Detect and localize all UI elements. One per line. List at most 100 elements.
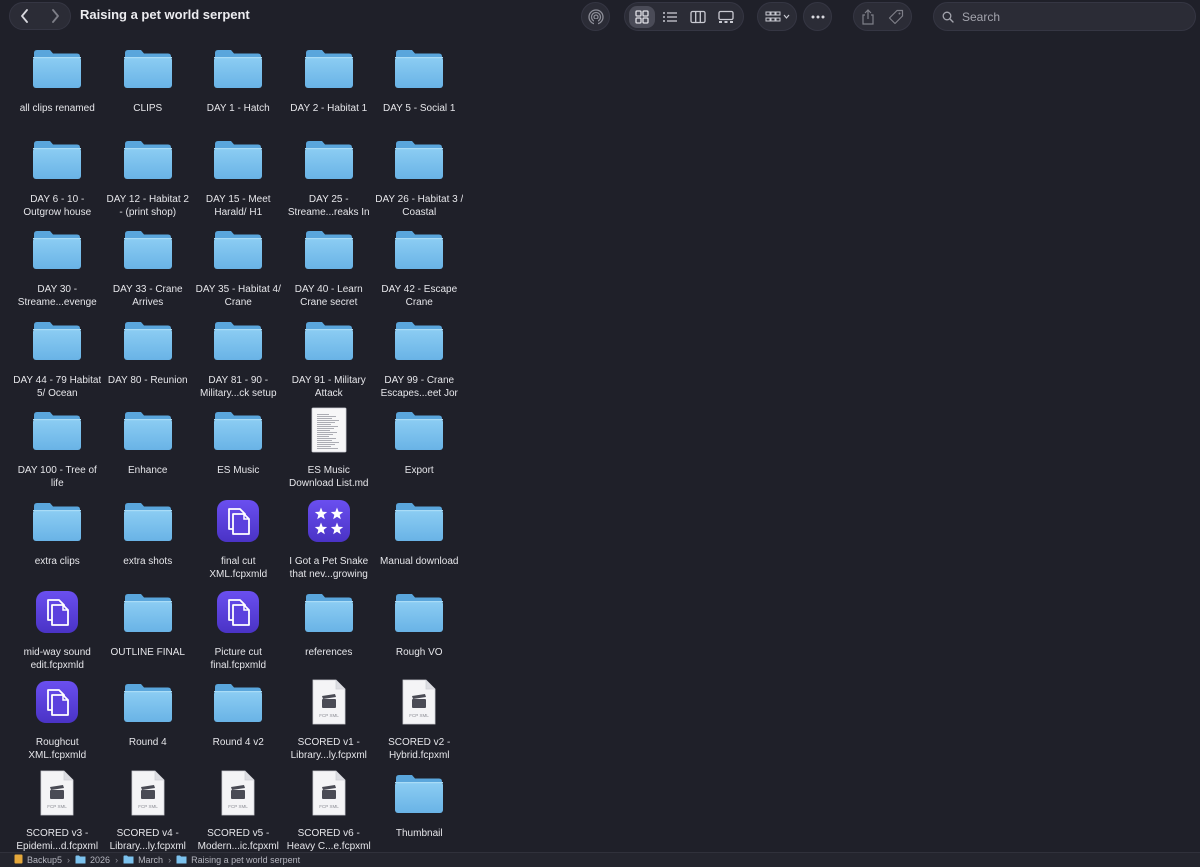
item-label: ES Music — [217, 465, 260, 477]
back-button[interactable] — [11, 3, 39, 29]
folder-item[interactable]: Rough VO — [374, 586, 465, 677]
item-icon — [389, 767, 449, 819]
folder-item[interactable]: DAY 2 - Habitat 1 — [284, 42, 375, 133]
tag-button[interactable] — [888, 9, 904, 25]
path-crumb[interactable]: Raising a pet world serpent — [176, 855, 300, 866]
folder-item[interactable]: DAY 40 - Learn Crane secret — [284, 223, 375, 314]
folder-item[interactable]: DAY 26 - Habitat 3 / Coastal — [374, 133, 465, 224]
file-item[interactable]: ES Music Download List.md — [284, 404, 375, 495]
folder-item[interactable]: OUTLINE FINAL — [103, 586, 194, 677]
folder-item[interactable]: DAY 44 - 79 Habitat 5/ Ocean — [12, 314, 103, 405]
item-icon — [299, 133, 359, 185]
folder-item[interactable]: DAY 25 - Streame...reaks In — [284, 133, 375, 224]
item-label: Roughcut XML.fcpxmld — [28, 737, 87, 762]
item-icon: FCP XML — [118, 767, 178, 819]
file-item[interactable]: FCP XML SCORED v2 - Hybrid.fcpxml — [374, 676, 465, 767]
folder-icon — [304, 140, 353, 179]
folder-icon — [214, 684, 263, 723]
folder-item[interactable]: extra shots — [103, 495, 194, 586]
drive-icon — [14, 854, 23, 866]
item-icon — [299, 42, 359, 94]
item-label: DAY 30 - Streame...evenge — [17, 284, 97, 309]
folder-item[interactable]: DAY 30 - Streame...evenge — [12, 223, 103, 314]
path-crumb[interactable]: Backup5 — [14, 854, 62, 866]
item-icon — [27, 404, 87, 456]
share-button[interactable] — [861, 8, 875, 25]
icon-view-button[interactable] — [629, 5, 655, 28]
folder-item[interactable]: DAY 91 - Military Attack — [284, 314, 375, 405]
item-label: DAY 42 - Escape Crane — [381, 284, 458, 309]
folder-item[interactable]: Round 4 — [103, 676, 194, 767]
folder-item[interactable]: Thumbnail — [374, 767, 465, 858]
folder-item[interactable]: references — [284, 586, 375, 677]
item-icon — [118, 223, 178, 275]
path-crumb-label: March — [138, 855, 164, 865]
folder-item[interactable]: CLIPS — [103, 42, 194, 133]
search-field[interactable] — [933, 2, 1196, 31]
more-button[interactable] — [803, 2, 832, 31]
path-crumb[interactable]: March — [123, 855, 163, 866]
item-icon — [389, 586, 449, 638]
folder-icon — [33, 321, 82, 360]
search-input[interactable] — [960, 8, 1184, 25]
forward-button[interactable] — [41, 3, 69, 29]
item-label: Enhance — [128, 465, 168, 477]
gallery-view-button[interactable] — [713, 6, 739, 28]
folder-item[interactable]: all clips renamed — [12, 42, 103, 133]
item-icon — [208, 586, 268, 638]
icon-view-icon — [635, 9, 649, 24]
item-label: DAY 2 - Habitat 1 — [290, 103, 368, 114]
airdrop-button[interactable] — [581, 2, 610, 31]
folder-item[interactable]: DAY 15 - Meet Harald/ H1 — [193, 133, 284, 224]
item-label: DAY 33 - Crane Arrives — [112, 284, 183, 309]
file-item[interactable]: mid-way sound edit.fcpxmld — [12, 586, 103, 677]
fcpxml-file-icon: FCP XML — [312, 679, 346, 725]
file-item[interactable]: Picture cut final.fcpxmld — [193, 586, 284, 677]
folder-item[interactable]: Enhance — [103, 404, 194, 495]
folder-item[interactable]: DAY 99 - Crane Escapes...eet Jor — [374, 314, 465, 405]
file-item[interactable]: FCP XML SCORED v4 - Library...ly.fcpxml — [103, 767, 194, 858]
file-item[interactable]: Roughcut XML.fcpxmld — [12, 676, 103, 767]
svg-text:FCP XML: FCP XML — [319, 713, 339, 718]
folder-item[interactable]: DAY 1 - Hatch — [193, 42, 284, 133]
share-icon — [862, 8, 874, 25]
folder-item[interactable]: extra clips — [12, 495, 103, 586]
markdown-document-icon — [311, 407, 347, 453]
folder-item[interactable]: DAY 81 - 90 - Military...ck setup — [193, 314, 284, 405]
folder-item[interactable]: ES Music — [193, 404, 284, 495]
path-crumb[interactable]: 2026 — [75, 855, 110, 866]
file-item[interactable]: FCP XML SCORED v6 - Heavy C...e.fcpxml — [284, 767, 375, 858]
item-label: Thumbnail — [395, 827, 443, 839]
item-label: ES Music Download List.md — [289, 465, 369, 490]
folder-item[interactable]: Round 4 v2 — [193, 676, 284, 767]
folder-item[interactable]: DAY 33 - Crane Arrives — [103, 223, 194, 314]
folder-item[interactable]: Manual download — [374, 495, 465, 586]
item-label: SCORED v3 - Epidemi...d.fcpxml — [16, 827, 99, 852]
folder-item[interactable]: DAY 12 - Habitat 2 - (print shop) — [103, 133, 194, 224]
item-icon — [208, 404, 268, 456]
file-item[interactable]: FCP XML SCORED v1 - Library...ly.fcpxml — [284, 676, 375, 767]
file-item[interactable]: FCP XML SCORED v5 - Modern...ic.fcpxml — [193, 767, 284, 858]
column-view-button[interactable] — [685, 6, 711, 28]
file-item[interactable]: I Got a Pet Snake that nev...growing — [284, 495, 375, 586]
folder-icon — [33, 50, 82, 88]
file-item[interactable]: final cut XML.fcpxmld — [193, 495, 284, 586]
folder-item[interactable]: DAY 6 - 10 - Outgrow house — [12, 133, 103, 224]
folder-item[interactable]: DAY 80 - Reunion — [103, 314, 194, 405]
folder-icon — [395, 774, 444, 813]
gallery-view-icon — [718, 10, 734, 23]
folder-icon — [33, 412, 82, 451]
folder-item[interactable]: DAY 42 - Escape Crane — [374, 223, 465, 314]
folder-item[interactable]: DAY 5 - Social 1 — [374, 42, 465, 133]
item-label: DAY 5 - Social 1 — [383, 103, 456, 114]
folder-item[interactable]: DAY 100 - Tree of life — [12, 404, 103, 495]
path-crumb-label: Raising a pet world serpent — [191, 855, 301, 865]
folder-item[interactable]: DAY 35 - Habitat 4/ Crane — [193, 223, 284, 314]
folder-icon — [395, 140, 444, 179]
folder-item[interactable]: Export — [374, 404, 465, 495]
file-item[interactable]: FCP XML SCORED v3 - Epidemi...d.fcpxml — [12, 767, 103, 858]
group-button[interactable] — [757, 2, 797, 31]
navigation-buttons — [9, 2, 71, 30]
list-view-button[interactable] — [657, 6, 683, 28]
folder-icon — [395, 412, 444, 451]
